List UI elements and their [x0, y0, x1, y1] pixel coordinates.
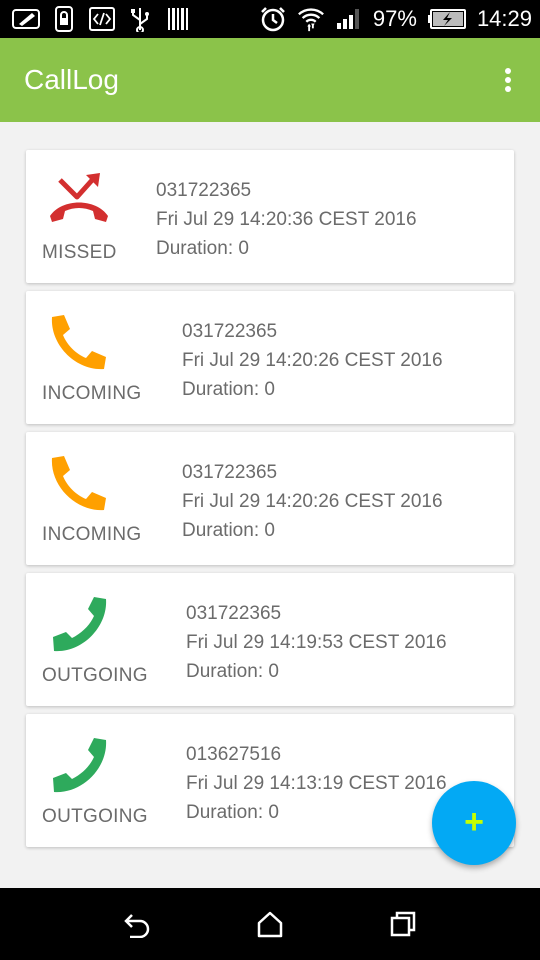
call-duration: Duration: 0 — [182, 520, 275, 541]
incoming-call-icon — [46, 454, 112, 514]
call-type-label: INCOMING — [42, 383, 142, 404]
call-date: Fri Jul 29 14:20:26 CEST 2016 — [182, 491, 443, 512]
call-log-item[interactable]: INCOMING 031722365 Fri Jul 29 14:20:26 C… — [26, 432, 514, 565]
status-bar-notifications — [12, 6, 192, 32]
home-icon[interactable] — [250, 904, 290, 944]
call-details: 013627516 Fri Jul 29 14:13:19 CEST 2016 … — [186, 740, 447, 827]
phone-number: 031722365 — [182, 462, 278, 483]
barcode-icon — [164, 7, 192, 31]
battery-icon — [427, 7, 467, 31]
call-log-item[interactable]: INCOMING 031722365 Fri Jul 29 14:20:26 C… — [26, 291, 514, 424]
call-date: Fri Jul 29 14:20:36 CEST 2016 — [156, 209, 417, 230]
more-vert-icon[interactable] — [498, 65, 518, 95]
incoming-call-icon — [46, 313, 112, 373]
call-details: 031722365 Fri Jul 29 14:20:26 CEST 2016 … — [182, 317, 443, 404]
call-log-list[interactable]: MISSED 031722365 Fri Jul 29 14:20:36 CES… — [0, 122, 540, 888]
wifi-icon — [297, 7, 325, 32]
navigation-bar — [0, 888, 540, 960]
call-log-item[interactable]: OUTGOING 031722365 Fri Jul 29 14:19:53 C… — [26, 573, 514, 706]
call-type-label: OUTGOING — [42, 665, 148, 686]
call-date: Fri Jul 29 14:13:19 CEST 2016 — [186, 773, 447, 794]
outgoing-call-icon — [46, 595, 112, 655]
add-icon: + — [464, 803, 484, 841]
phone-number: 031722365 — [156, 180, 252, 201]
phone-number: 031722365 — [186, 603, 282, 624]
lock-icon — [50, 6, 78, 32]
call-type-label: MISSED — [42, 242, 117, 263]
app-bar: CallLog — [0, 38, 540, 122]
status-bar-system: 97% 14:29 — [259, 6, 532, 32]
call-duration: Duration: 0 — [186, 661, 279, 682]
missed-call-icon — [46, 172, 112, 232]
call-type-label: OUTGOING — [42, 806, 148, 827]
add-call-button[interactable]: + — [432, 781, 516, 865]
call-type-label: INCOMING — [42, 524, 142, 545]
edit-icon — [12, 7, 40, 31]
call-duration: Duration: 0 — [186, 802, 279, 823]
call-duration: Duration: 0 — [182, 379, 275, 400]
phone-number: 031722365 — [182, 321, 278, 342]
recents-icon[interactable] — [383, 904, 423, 944]
call-date: Fri Jul 29 14:20:26 CEST 2016 — [182, 350, 443, 371]
signal-icon — [335, 7, 363, 31]
alarm-icon — [259, 7, 287, 32]
call-details: 031722365 Fri Jul 29 14:19:53 CEST 2016 … — [186, 599, 447, 686]
call-details: 031722365 Fri Jul 29 14:20:36 CEST 2016 … — [156, 176, 417, 263]
usb-icon — [126, 7, 154, 32]
outgoing-call-icon — [46, 736, 112, 796]
call-date: Fri Jul 29 14:19:53 CEST 2016 — [186, 632, 447, 653]
clock-time: 14:29 — [476, 6, 532, 31]
phone-number: 013627516 — [186, 744, 282, 765]
call-log-item[interactable]: MISSED 031722365 Fri Jul 29 14:20:36 CES… — [26, 150, 514, 283]
code-icon — [88, 7, 116, 31]
status-bar: 97% 14:29 — [0, 0, 540, 38]
call-details: 031722365 Fri Jul 29 14:20:26 CEST 2016 … — [182, 458, 443, 545]
back-icon[interactable] — [117, 904, 157, 944]
app-title: CallLog — [24, 64, 119, 95]
call-duration: Duration: 0 — [156, 238, 249, 259]
battery-percentage: 97% — [372, 6, 417, 31]
